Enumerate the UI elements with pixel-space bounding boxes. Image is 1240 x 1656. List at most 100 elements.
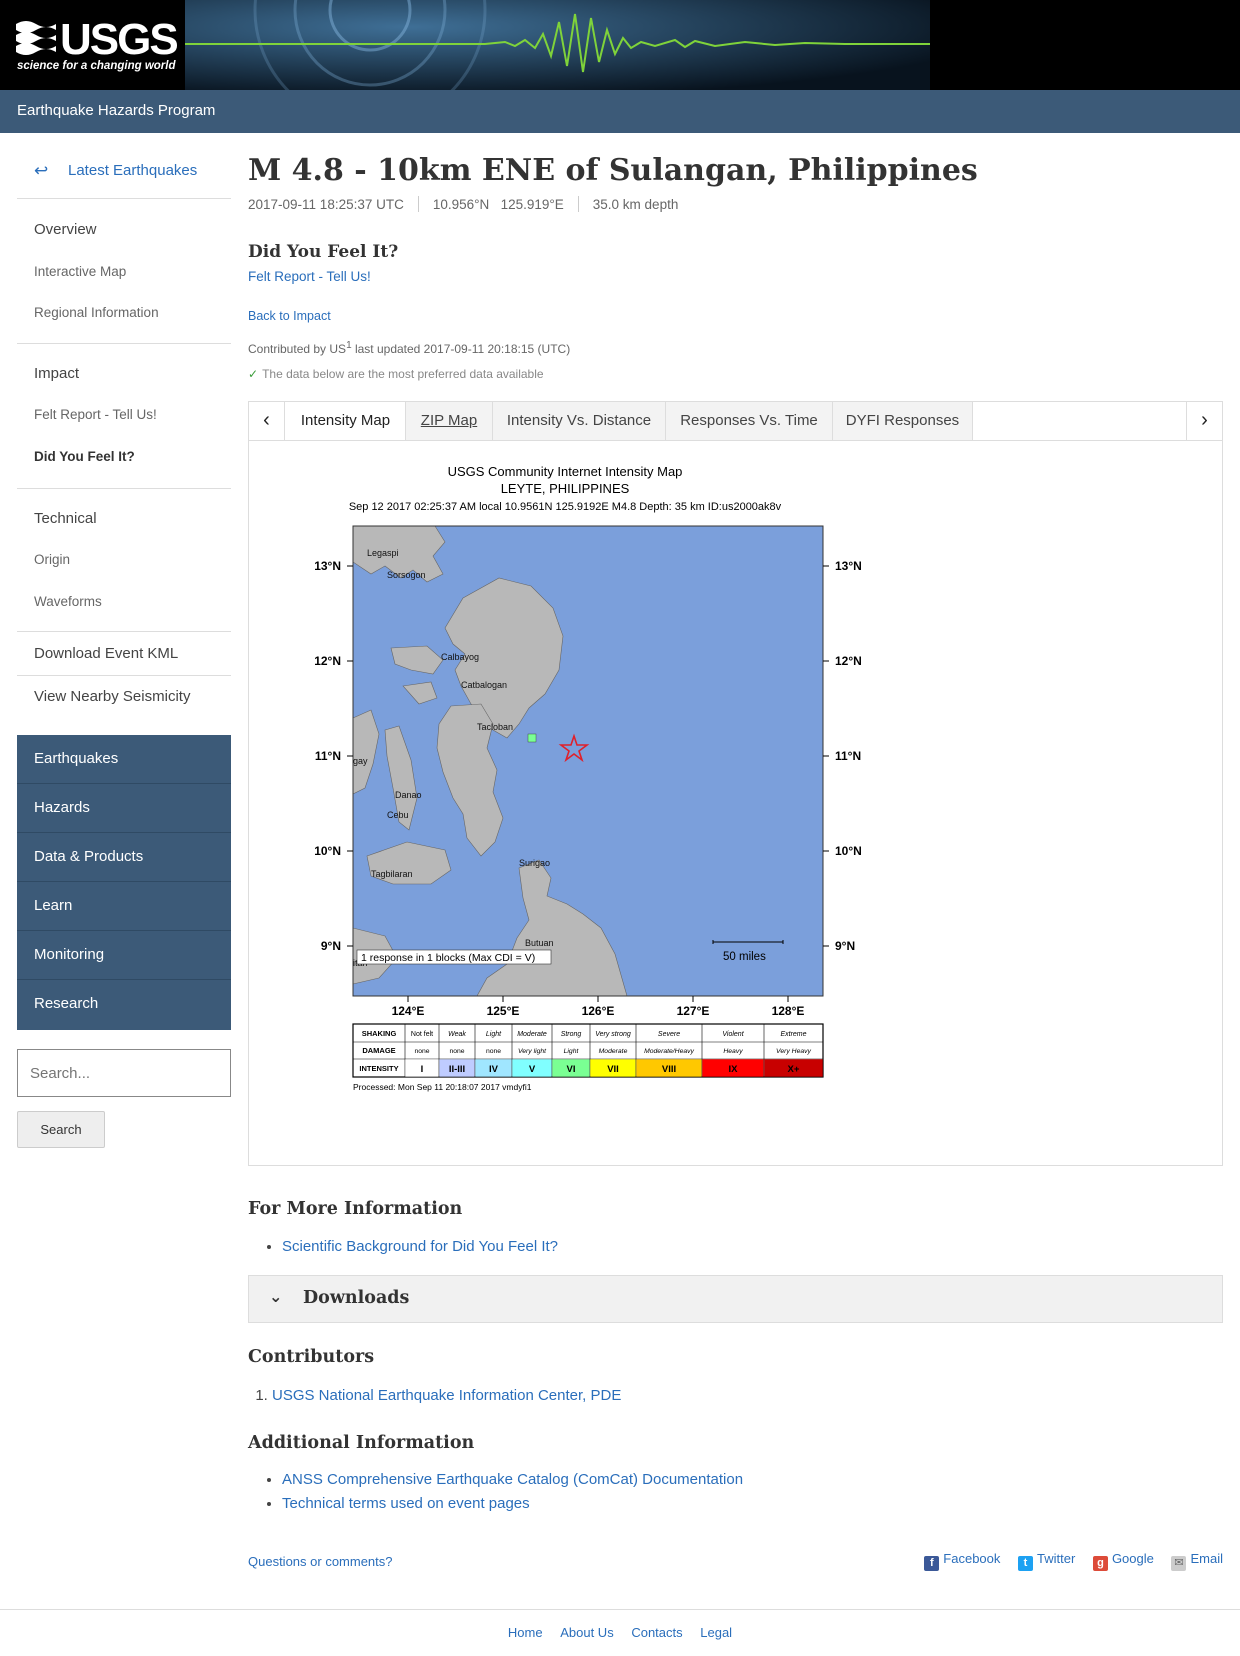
- contributors-title: Contributors: [248, 1347, 375, 1367]
- back-to-impact-link[interactable]: Back to Impact: [248, 309, 331, 323]
- sidebar-item-did-you-feel-it[interactable]: Did You Feel It?: [34, 449, 135, 464]
- sidebar-item-impact[interactable]: Impact: [34, 365, 79, 382]
- site-nav-learn[interactable]: Learn: [17, 882, 231, 931]
- sidebar-item-origin[interactable]: Origin: [34, 552, 70, 567]
- legend-intensity-label: II-III: [449, 1064, 465, 1075]
- map-event-line: Sep 12 2017 02:25:37 AM local 10.9561N 1…: [349, 501, 782, 513]
- legend-damage-label: Very Heavy: [776, 1048, 811, 1055]
- facebook-icon: f: [924, 1556, 940, 1571]
- email-link[interactable]: Email: [1190, 1551, 1223, 1566]
- chevron-down-icon: ⌄: [269, 1289, 283, 1306]
- tab-intensity-map[interactable]: Intensity Map: [286, 402, 406, 440]
- twitter-link[interactable]: Twitter: [1037, 1551, 1075, 1566]
- sidebar-item-download-kml[interactable]: Download Event KML: [34, 645, 178, 662]
- lat-label-left: 10°N: [314, 844, 341, 858]
- site-nav-monitoring[interactable]: Monitoring: [17, 931, 231, 980]
- legend-damage-label: Moderate: [599, 1048, 628, 1055]
- lat-label-right: 11°N: [835, 749, 861, 763]
- search-button[interactable]: Search: [17, 1111, 105, 1148]
- tab-responses-vs-time[interactable]: Responses Vs. Time: [666, 402, 833, 440]
- sidebar-item-regional-information[interactable]: Regional Information: [34, 305, 159, 320]
- site-nav-data-products[interactable]: Data & Products: [17, 833, 231, 882]
- footer-contacts-link[interactable]: Contacts: [631, 1625, 682, 1640]
- contributor-link[interactable]: USGS National Earthquake Information Cen…: [272, 1387, 621, 1404]
- tab-intensity-vs-distance[interactable]: Intensity Vs. Distance: [493, 402, 666, 440]
- footer-links: Home About Us Contacts Legal: [0, 1625, 1240, 1640]
- section-title: Did You Feel It?: [248, 242, 399, 262]
- site-nav-research[interactable]: Research: [17, 980, 231, 1030]
- meta-divider: [577, 196, 579, 212]
- lat-label-right: 9°N: [835, 939, 855, 953]
- latest-earthquakes-link[interactable]: ↩ Latest Earthquakes: [17, 159, 231, 199]
- lat-label-left: 12°N: [314, 654, 341, 668]
- place-label: Catbalogan: [461, 680, 507, 690]
- search-input[interactable]: [17, 1049, 231, 1097]
- contributors-list: USGS National Earthquake Information Cen…: [248, 1384, 621, 1408]
- sidebar-item-overview[interactable]: Overview: [34, 221, 97, 238]
- sidebar-item-felt-report[interactable]: Felt Report - Tell Us!: [34, 407, 157, 422]
- sidebar-item-technical[interactable]: Technical: [34, 510, 97, 527]
- sidebar-divider: [17, 488, 231, 489]
- event-time: 2017-09-11 18:25:37 UTC: [248, 197, 404, 212]
- site-nav-hazards[interactable]: Hazards: [17, 784, 231, 833]
- comcat-docs-link[interactable]: ANSS Comprehensive Earthquake Catalog (C…: [282, 1471, 743, 1488]
- lat-label-right: 13°N: [835, 559, 862, 573]
- share-email[interactable]: ✉ Email: [1171, 1551, 1223, 1571]
- intensity-map-image[interactable]: USGS Community Internet Intensity Map LE…: [267, 458, 863, 1134]
- additional-info-title: Additional Information: [248, 1433, 475, 1453]
- place-label: Surigao: [519, 858, 550, 868]
- lat-label-right: 10°N: [835, 844, 862, 858]
- legend-shaking-label: Extreme: [780, 1031, 806, 1038]
- share-google[interactable]: g Google: [1092, 1551, 1154, 1571]
- legend-intensity-label: IV: [489, 1064, 499, 1075]
- tab-prev-button[interactable]: ‹: [249, 402, 285, 440]
- scientific-background-link[interactable]: Scientific Background for Did You Feel I…: [282, 1238, 558, 1255]
- legend-shaking-label: Severe: [658, 1031, 680, 1038]
- email-icon: ✉: [1171, 1556, 1187, 1571]
- sidebar-item-interactive-map[interactable]: Interactive Map: [34, 264, 126, 279]
- google-link[interactable]: Google: [1112, 1551, 1154, 1566]
- facebook-link[interactable]: Facebook: [943, 1551, 1000, 1566]
- intensity-map-panel: USGS Community Internet Intensity Map LE…: [248, 440, 1223, 1166]
- lon-ticks: [407, 996, 789, 1002]
- list-item: ANSS Comprehensive Earthquake Catalog (C…: [282, 1468, 743, 1492]
- event-longitude: 125.919°E: [500, 197, 564, 212]
- legend-shaking-label: Strong: [561, 1031, 582, 1038]
- contributed-by: Contributed by US1 last updated 2017-09-…: [248, 340, 570, 356]
- event-latitude: 10.956°N: [432, 197, 490, 212]
- felt-report-link[interactable]: Felt Report - Tell Us!: [248, 269, 371, 284]
- share-twitter[interactable]: t Twitter: [1018, 1551, 1075, 1571]
- logo-tagline: science for a changing world: [17, 60, 176, 72]
- sidebar-item-nearby-seismicity[interactable]: View Nearby Seismicity: [34, 688, 190, 705]
- sidebar-divider: [17, 675, 231, 676]
- list-item: Scientific Background for Did You Feel I…: [282, 1235, 558, 1259]
- response-note: 1 response in 1 blocks (Max CDI = V): [361, 952, 535, 964]
- footer-legal-link[interactable]: Legal: [700, 1625, 732, 1640]
- legend-shaking-label: Very strong: [595, 1031, 631, 1038]
- tab-dyfi-responses[interactable]: DYFI Responses: [833, 402, 973, 440]
- tab-zip-map[interactable]: ZIP Map: [406, 402, 493, 440]
- footer-about-link[interactable]: About Us: [560, 1625, 613, 1640]
- latest-earthquakes-label: Latest Earthquakes: [68, 162, 198, 179]
- list-item: USGS National Earthquake Information Cen…: [272, 1384, 621, 1408]
- sidebar-item-waveforms[interactable]: Waveforms: [34, 594, 102, 609]
- legend-intensity-label: IX: [729, 1064, 739, 1075]
- downloads-toggle[interactable]: ⌄ Downloads: [248, 1275, 1223, 1323]
- technical-terms-link[interactable]: Technical terms used on event pages: [282, 1495, 530, 1512]
- contributed-by-label: Contributed by US: [248, 342, 347, 356]
- usgs-logo[interactable]: USGS science for a changing world: [14, 14, 184, 78]
- place-label: gay: [353, 756, 368, 766]
- footer-home-link[interactable]: Home: [508, 1625, 543, 1640]
- lon-label: 124°E: [392, 1004, 425, 1018]
- lat-ticks-right: [823, 565, 829, 947]
- usgs-banner: USGS science for a changing world: [0, 0, 1240, 90]
- response-block: [527, 733, 537, 743]
- site-nav-earthquakes[interactable]: Earthquakes: [17, 735, 231, 784]
- processed-note: Processed: Mon Sep 11 20:18:07 2017 vmdy…: [353, 1082, 532, 1092]
- event-depth: 35.0 km depth: [592, 197, 679, 212]
- place-label: Sorsogon: [387, 570, 426, 580]
- share-facebook[interactable]: f Facebook: [924, 1551, 1000, 1571]
- questions-link[interactable]: Questions or comments?: [248, 1554, 393, 1569]
- tab-next-button[interactable]: ›: [1186, 402, 1222, 440]
- program-title[interactable]: Earthquake Hazards Program: [17, 102, 215, 119]
